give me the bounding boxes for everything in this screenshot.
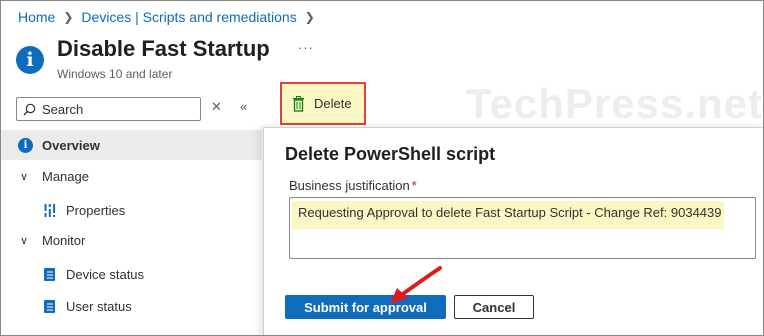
nav-group-manage[interactable]: ∨ Manage bbox=[0, 166, 89, 186]
search-icon bbox=[23, 103, 36, 115]
nav-group-monitor[interactable]: ∨ Monitor bbox=[0, 230, 85, 250]
nav-item-label: Monitor bbox=[42, 232, 86, 248]
device-status-icon bbox=[44, 267, 56, 281]
business-justification-label: Business justification * bbox=[289, 178, 417, 193]
trash-icon bbox=[293, 95, 304, 112]
search-input[interactable] bbox=[42, 101, 192, 117]
breadcrumb-scripts[interactable]: Devices | Scripts and remediations bbox=[81, 9, 296, 25]
user-status-icon bbox=[44, 299, 56, 313]
nav-item-label: User status bbox=[66, 298, 132, 314]
delete-dialog: Delete PowerShell script Business justif… bbox=[263, 127, 764, 336]
nav-item-label: Device status bbox=[66, 266, 145, 282]
breadcrumb: Home ❯ Devices | Scripts and remediation… bbox=[18, 9, 323, 25]
nav-item-user-status[interactable]: User status bbox=[0, 296, 132, 316]
delete-label: Delete bbox=[314, 96, 352, 111]
properties-icon bbox=[44, 203, 56, 217]
nav-item-overview[interactable]: i Overview bbox=[0, 130, 262, 160]
cancel-button[interactable]: Cancel bbox=[454, 295, 534, 319]
watermark: TechPress.net bbox=[466, 80, 764, 127]
nav-item-label: Properties bbox=[66, 202, 126, 218]
chevron-down-icon: ∨ bbox=[20, 234, 29, 247]
collapse-icon[interactable]: « bbox=[240, 99, 247, 114]
annotation-arrow-icon bbox=[390, 266, 442, 304]
search-box[interactable] bbox=[16, 97, 201, 121]
chevron-down-icon: ∨ bbox=[20, 170, 29, 183]
page-title: Disable Fast Startup bbox=[57, 36, 270, 61]
dialog-title: Delete PowerShell script bbox=[285, 144, 496, 164]
breadcrumb-separator-icon: ❯ bbox=[63, 10, 74, 24]
clear-icon[interactable]: ✕ bbox=[211, 99, 222, 115]
nav-item-label: Manage bbox=[42, 168, 89, 184]
field-label-text: Business justification bbox=[289, 178, 410, 193]
nav-item-device-status[interactable]: Device status bbox=[0, 264, 144, 284]
more-options-button[interactable]: ··· bbox=[298, 40, 314, 55]
delete-button[interactable]: Delete bbox=[280, 82, 366, 125]
page-subtitle: Windows 10 and later bbox=[57, 67, 173, 81]
business-justification-value[interactable]: Requesting Approval to delete Fast Start… bbox=[292, 201, 724, 229]
nav-item-label: Overview bbox=[42, 137, 100, 153]
info-icon: i bbox=[18, 137, 33, 153]
nav-item-properties[interactable]: Properties bbox=[0, 200, 125, 220]
info-icon: i bbox=[16, 46, 44, 74]
breadcrumb-separator-icon: ❯ bbox=[304, 10, 315, 24]
required-marker: * bbox=[411, 178, 417, 193]
breadcrumb-home[interactable]: Home bbox=[18, 9, 55, 25]
